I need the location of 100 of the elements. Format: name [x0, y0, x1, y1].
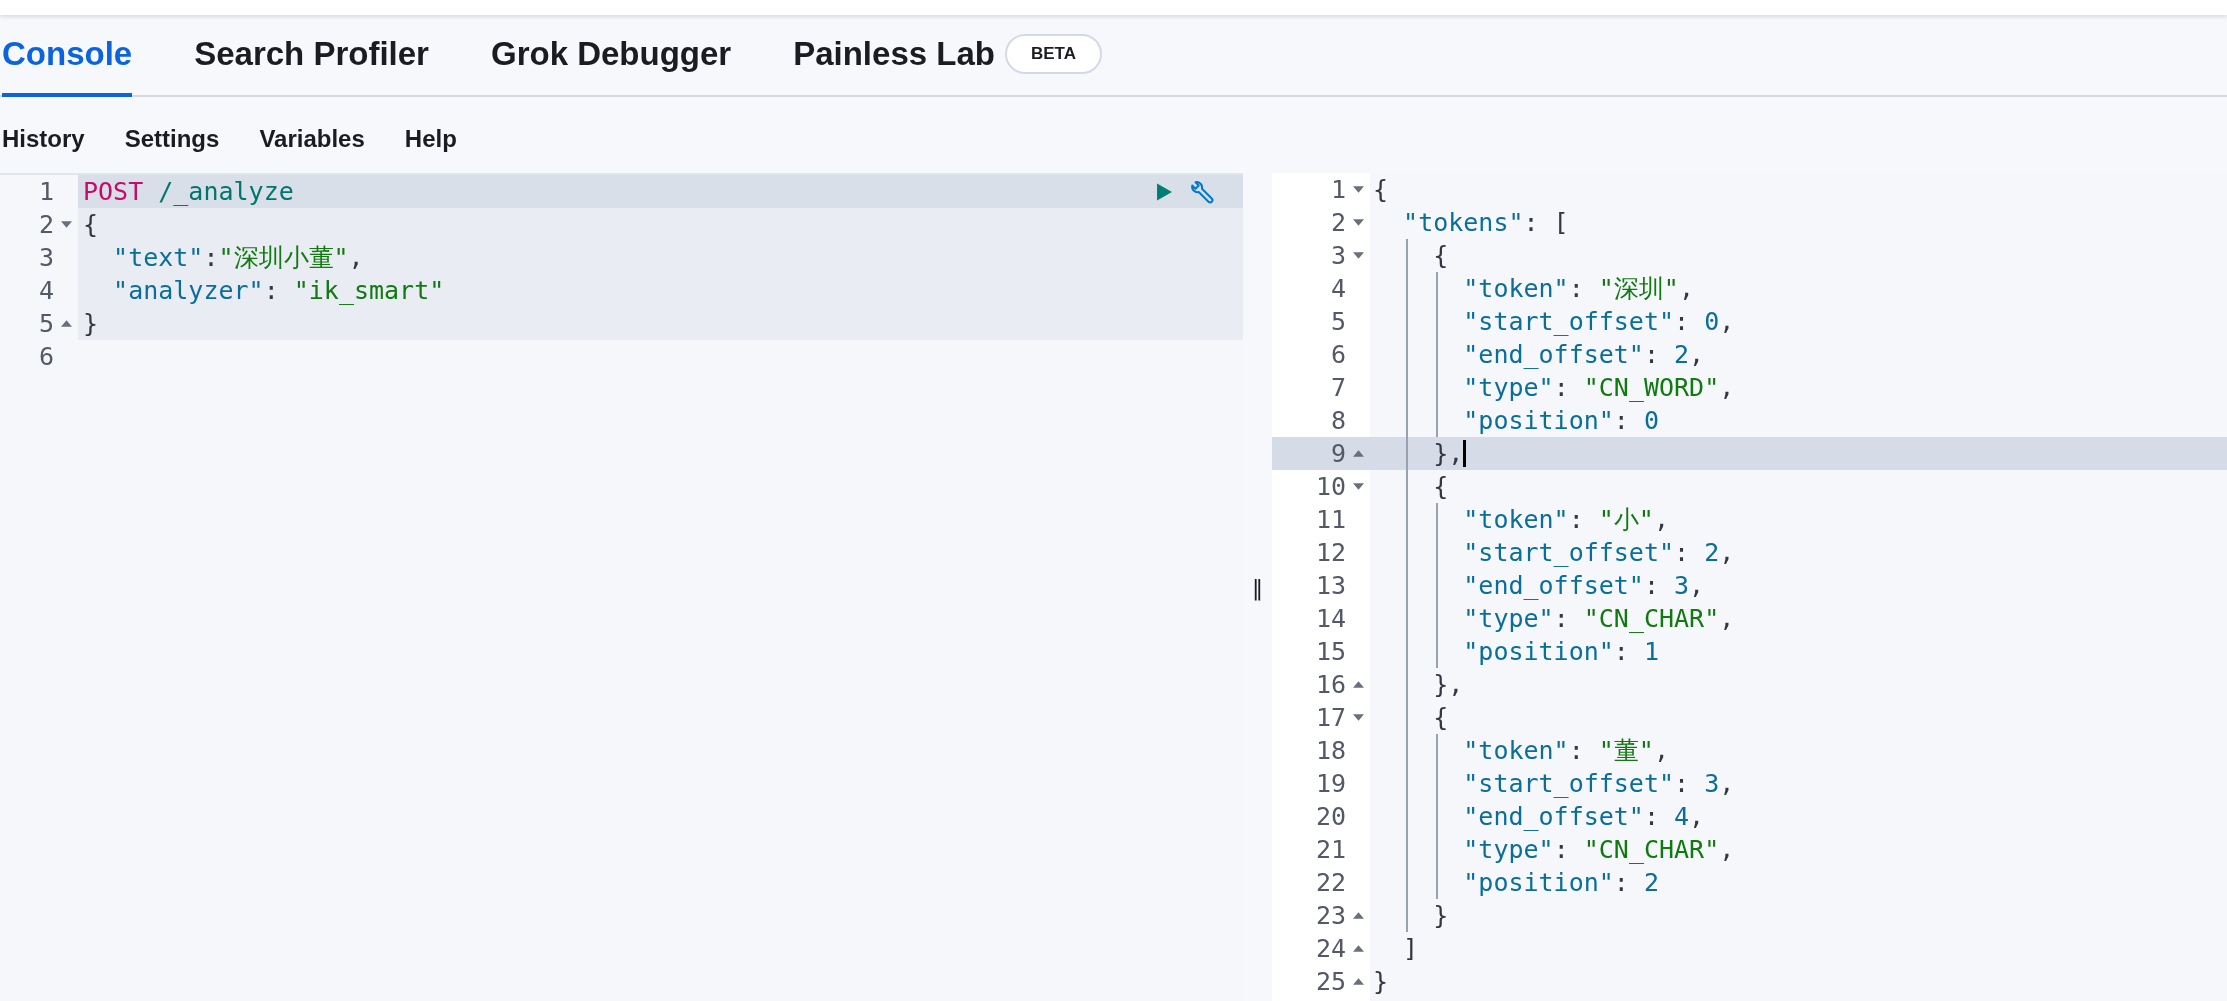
code-token: "position" — [1462, 405, 1614, 436]
code-token: 2 — [1704, 537, 1720, 568]
code-token: 1 — [1643, 636, 1659, 667]
caret-up-icon[interactable] — [1352, 450, 1364, 457]
caret-down-icon[interactable] — [60, 221, 72, 228]
tab[interactable]: Grok Debugger — [490, 15, 732, 97]
line-number: 18 — [1315, 738, 1346, 763]
menu-link[interactable]: Settings — [124, 125, 220, 153]
caret-down-icon[interactable] — [1352, 186, 1364, 193]
line-number: 15 — [1315, 639, 1346, 664]
line-number: 2 — [1330, 210, 1346, 235]
code-token: "小" — [1598, 504, 1654, 535]
code-token: : — [1674, 768, 1691, 799]
code-token: "end_offset" — [1462, 801, 1644, 832]
tab[interactable]: Painless Lab BETA — [793, 15, 1102, 97]
code-token: , — [1719, 834, 1735, 865]
code-token: 0 — [1704, 306, 1720, 337]
code-token: 2 — [1674, 339, 1690, 370]
line-number: 2 — [38, 212, 54, 237]
code-token: : — [1553, 372, 1570, 403]
code-token: "ik_smart" — [293, 275, 445, 306]
code-token: "CN_CHAR" — [1583, 834, 1720, 865]
code-token: 4 — [1674, 801, 1690, 832]
line-number: 11 — [1315, 507, 1346, 532]
caret-down-icon[interactable] — [1352, 252, 1364, 259]
code-token: }, — [1432, 438, 1464, 469]
wrench-icon[interactable] — [1189, 178, 1215, 205]
code-token: , — [1689, 801, 1705, 832]
code-token: "analyzer" — [112, 275, 264, 306]
code-token: , — [1719, 603, 1735, 634]
code-token: { — [1432, 240, 1449, 271]
code-token: "text" — [112, 242, 204, 273]
beta-badge: BETA — [1004, 34, 1102, 74]
caret-up-icon[interactable] — [1352, 978, 1364, 985]
code-token: , — [1653, 504, 1669, 535]
caret-down-icon[interactable] — [1352, 483, 1364, 490]
code-token: "start_offset" — [1462, 306, 1675, 337]
caret-down-icon[interactable] — [1352, 714, 1364, 721]
code-token: "token" — [1462, 273, 1569, 304]
caret-up-icon[interactable] — [1352, 945, 1364, 952]
code-token: 0 — [1643, 405, 1659, 436]
code-token: "position" — [1462, 636, 1614, 667]
menu-link[interactable]: Help — [404, 125, 457, 153]
code-token: }, — [1432, 669, 1464, 700]
line-number: 14 — [1315, 606, 1346, 631]
line-number: 23 — [1315, 903, 1346, 928]
line-number: 7 — [1330, 375, 1346, 400]
code-token: : — [1568, 504, 1585, 535]
code-token: ] — [1402, 933, 1419, 964]
code-token: "end_offset" — [1462, 570, 1644, 601]
line-number: 19 — [1315, 771, 1346, 796]
caret-up-icon[interactable] — [1352, 681, 1364, 688]
line-number: 12 — [1315, 540, 1346, 565]
tab[interactable]: Search Profiler — [194, 15, 429, 97]
line-number: 20 — [1315, 804, 1346, 829]
caret-up-icon[interactable] — [1352, 912, 1364, 919]
code-token: POST — [83, 176, 144, 207]
code-token: : — [1643, 801, 1660, 832]
code-token: "type" — [1462, 603, 1554, 634]
line-number: 17 — [1315, 705, 1346, 730]
line-number: 5 — [38, 311, 54, 336]
code-token: 2 — [1643, 867, 1659, 898]
code-token: : — [1613, 405, 1630, 436]
code-token: : — [1674, 537, 1691, 568]
code-token: : — [1553, 834, 1570, 865]
line-number: 21 — [1315, 837, 1346, 862]
code-token: "type" — [1462, 834, 1554, 865]
caret-up-icon[interactable] — [60, 320, 72, 327]
caret-down-icon[interactable] — [1352, 219, 1364, 226]
code-token: 3 — [1674, 570, 1690, 601]
line-number: 10 — [1315, 474, 1346, 499]
code-token: : — [1568, 273, 1585, 304]
code-token: , — [1719, 537, 1735, 568]
code-token: : — [263, 275, 280, 306]
code-token: { — [83, 209, 99, 240]
menu-link[interactable]: Variables — [259, 125, 365, 153]
code-token: "token" — [1462, 735, 1569, 766]
code-token: , — [348, 242, 364, 273]
code-token: "深圳" — [1598, 273, 1679, 304]
code-token: : — [203, 242, 219, 273]
code-token: } — [1432, 900, 1449, 931]
code-token: { — [1373, 174, 1389, 205]
code-token: , — [1719, 768, 1735, 799]
line-number: 1 — [1330, 177, 1346, 202]
code-token: 3 — [1704, 768, 1720, 799]
tab[interactable]: Console — [2, 15, 133, 97]
line-number: 3 — [38, 245, 54, 270]
line-number: 1 — [38, 179, 54, 204]
code-token: "tokens" — [1402, 207, 1524, 238]
play-icon[interactable] — [1156, 181, 1173, 202]
code-token: } — [1373, 966, 1389, 997]
code-token: : — [1643, 570, 1660, 601]
code-token: : — [1643, 339, 1660, 370]
resize-handle[interactable]: ‖ — [1252, 574, 1263, 600]
code-token: "start_offset" — [1462, 768, 1675, 799]
code-token: /_analyze — [157, 176, 294, 207]
line-number: 6 — [38, 344, 54, 369]
code-token: : — [1613, 867, 1630, 898]
menu-link[interactable]: History — [2, 125, 85, 153]
line-number: 25 — [1315, 969, 1346, 994]
